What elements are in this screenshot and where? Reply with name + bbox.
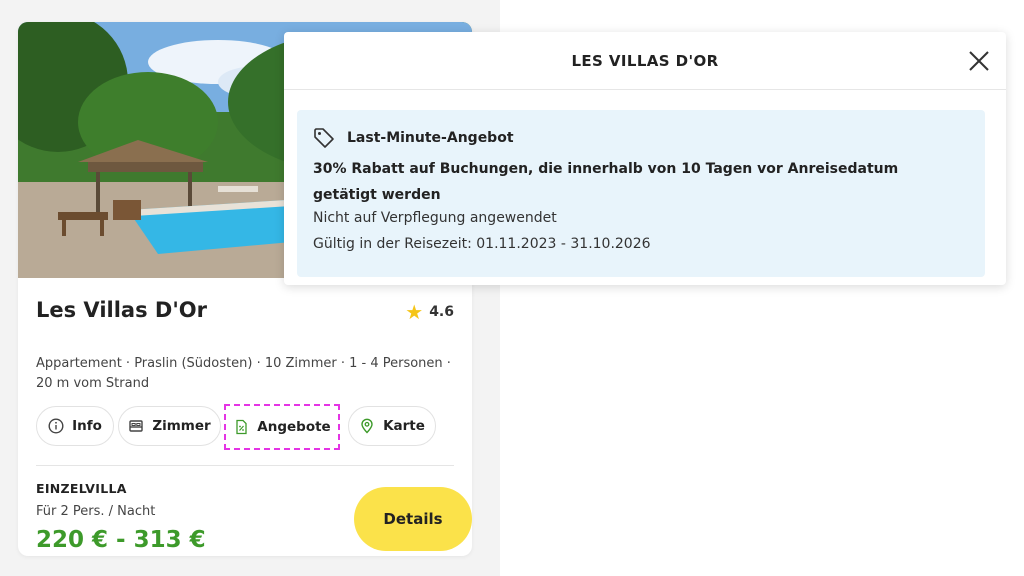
tag-icon [314,128,334,148]
tab-info-label: Info [72,418,102,434]
room-type: EINZELVILLA [36,481,127,496]
room-occupancy: Für 2 Pers. / Nacht [36,504,156,519]
info-icon [48,418,64,434]
tab-zimmer[interactable]: Zimmer [118,406,221,446]
map-pin-icon [361,418,373,434]
offer-label: Last-Minute-Angebot [347,130,514,146]
offer-popup: LES VILLAS D'OR Last-Minute-Angebot 30% … [284,32,1006,285]
tab-angebote-label: Angebote [257,419,331,435]
offer-note: Nicht auf Verpflegung angewendet [313,210,557,226]
details-button[interactable]: Details [354,487,472,551]
discount-document-icon [236,419,247,435]
price-range: 220 € - 313 € [36,527,206,553]
popup-title: LES VILLAS D'OR [571,52,719,70]
popup-header: LES VILLAS D'OR [284,32,1006,90]
star-icon: ★ [405,300,424,324]
rating: ★ 4.6 [405,302,454,322]
divider [36,465,454,466]
close-button[interactable] [966,48,992,74]
offer-validity: Gültig in der Reisezeit: 01.11.2023 - 31… [313,236,651,252]
tab-angebote[interactable]: Angebote [224,404,340,450]
rating-value: 4.6 [429,304,454,320]
offer-header: Last-Minute-Angebot [313,126,514,150]
tab-info[interactable]: Info [36,406,114,446]
tab-bar: Info Zimmer Angebote Karte [36,404,454,450]
offer-box: Last-Minute-Angebot 30% Rabatt auf Buchu… [297,110,985,277]
tab-zimmer-label: Zimmer [152,418,211,434]
hotel-name: Les Villas D'Or [36,298,207,322]
hotel-meta: Appartement · Praslin (Südosten) · 10 Zi… [36,356,451,391]
tab-karte[interactable]: Karte [348,406,436,446]
bed-icon [129,420,144,432]
offer-description: 30% Rabatt auf Buchungen, die innerhalb … [313,161,899,203]
close-icon [969,51,989,71]
tab-karte-label: Karte [383,418,425,434]
title-row: Les Villas D'Or ★ 4.6 [36,298,454,328]
